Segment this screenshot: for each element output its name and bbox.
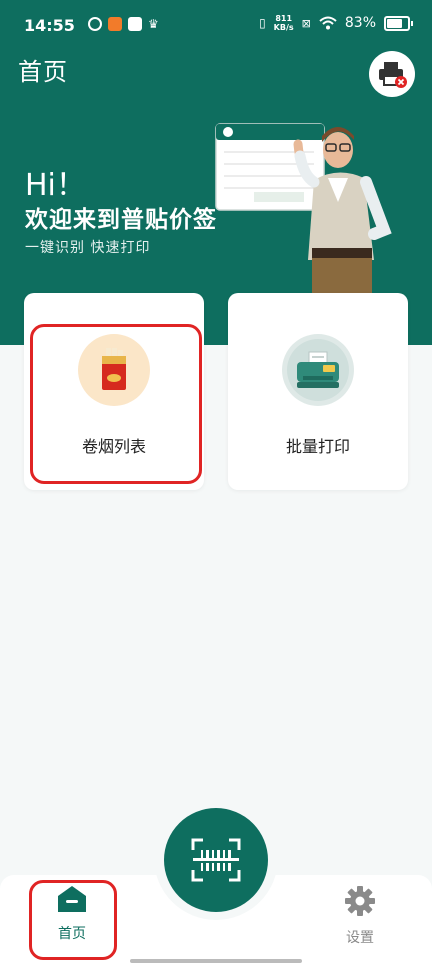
cigarette-pack-icon [102,348,126,390]
hero-welcome: 欢迎来到普贴价签 [25,207,217,233]
status-indicators: ▯ 811 KB/s ⊠ 83% [259,14,413,32]
batch-print-icon-wrap [282,334,354,406]
batch-print-label: 批量打印 [285,437,350,456]
printer-disconnected-icon [379,62,407,88]
cigarette-list-label: 卷烟列表 [81,437,146,456]
network-speed-value: 811 [275,14,293,23]
scan-barcode-button[interactable] [164,808,268,912]
network-speed: 811 KB/s [274,14,294,32]
nav-settings[interactable]: 设置 [328,885,392,951]
shopping-app-icon [108,17,122,31]
nav-home-label: 首页 [58,926,86,942]
page-title: 首页 [18,58,68,86]
status-time: 14:55 [24,16,75,35]
barcode-scan-icon [191,838,241,882]
hero-subtitle: 一键识别 快速打印 [25,240,151,256]
app-notification-icon [88,17,102,31]
nav-settings-label: 设置 [346,930,374,946]
home-icon [58,886,86,912]
presenter-illustration [215,123,392,295]
batch-print-card[interactable]: 批量打印 [228,293,408,490]
cigarette-list-card[interactable]: 卷烟列表 [24,293,204,490]
printer-icon [297,351,339,388]
status-bar: 14:55 ♛ ▯ 811 KB/s ⊠ 83% [0,0,432,50]
no-sim-icon: ⊠ [301,16,311,30]
crown-icon: ♛ [148,17,159,31]
hero-greeting: Hi！ [25,168,86,203]
battery-percent: 83% [344,15,376,31]
message-app-icon [128,17,142,31]
gesture-bar [130,959,302,963]
wifi-icon [319,16,337,30]
status-notification-icons: ♛ [88,17,159,31]
gear-icon [345,886,375,916]
nav-home[interactable]: 首页 [40,885,104,951]
vibrate-icon: ▯ [259,16,266,30]
network-speed-unit: KB/s [273,23,294,32]
battery-icon [384,15,413,31]
printer-status-button[interactable] [369,51,415,97]
cigarette-list-icon-wrap [78,334,150,406]
